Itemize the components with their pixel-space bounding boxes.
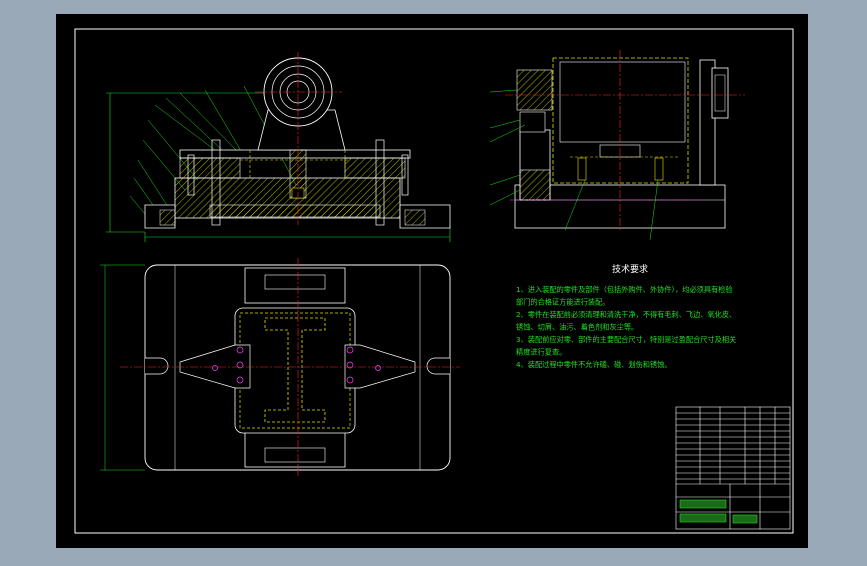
- tech-note-line: 3、装配前应对零、部件的主要配合尺寸，特别是过盈配合尺寸及相关: [516, 335, 736, 344]
- tech-note-line: 1、进入装配的零件及部件（包括外购件、外协件），均必须具有检验: [516, 285, 733, 294]
- tech-note-line: 4、装配过程中零件不允许磕、碰、划伤和锈蚀。: [516, 360, 672, 369]
- tech-note-line: 2、零件在装配前必须清理和清洗干净，不得有毛刺、飞边、氧化皮、: [516, 310, 736, 319]
- tech-note-line: 精度进行复查。: [516, 348, 566, 357]
- tech-title: 技术要求: [612, 263, 648, 275]
- cad-screen: 技术要求 1、进入装配的零件及部件（包括外购件、外协件），均必须具有检验 部门的合…: [0, 0, 867, 562]
- tech-note-line: 部门的合格证方能进行装配。: [516, 298, 609, 307]
- side-view: [489, 50, 745, 241]
- assembly-drawing: 技术要求 1、进入装配的零件及部件（包括外购件、外协件），均必须具有检验部门的合…: [56, 14, 808, 548]
- tech-note-line: 锈蚀、切屑、油污、着色剂和灰尘等。: [516, 323, 638, 332]
- top-view: [100, 258, 460, 478]
